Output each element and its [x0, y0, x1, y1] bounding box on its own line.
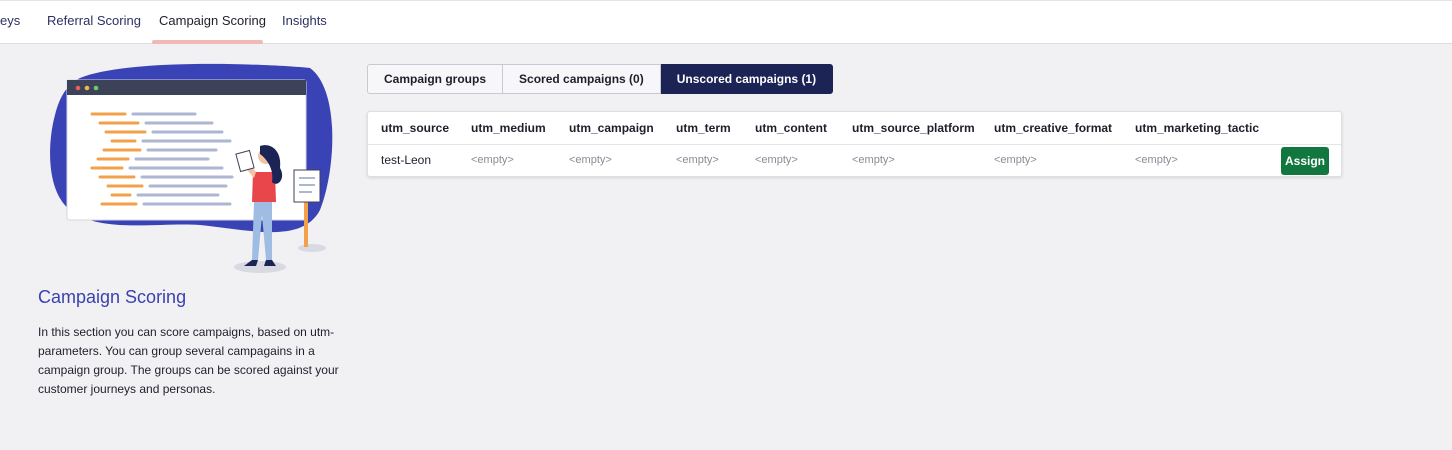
table-row: test-Leon <empty> <empty> <empty> <empty… — [368, 145, 1341, 177]
tab-campaign-groups[interactable]: Campaign groups — [367, 64, 504, 94]
tab-unscored-campaigns[interactable]: Unscored campaigns (1) — [660, 64, 834, 94]
column-header-utm-source-platform: utm_source_platform — [852, 121, 975, 135]
cell-utm-creative-format: <empty> — [994, 154, 1037, 166]
table-header: utm_source utm_medium utm_campaign utm_t… — [368, 112, 1341, 145]
cell-utm-source-platform: <empty> — [852, 154, 895, 166]
cell-utm-content: <empty> — [755, 154, 798, 166]
column-header-utm-medium: utm_medium — [471, 121, 546, 135]
column-header-utm-source: utm_source — [381, 121, 450, 135]
page-title: Campaign Scoring — [38, 287, 187, 307]
cell-utm-medium: <empty> — [471, 154, 514, 166]
cell-utm-marketing-tactic: <empty> — [1135, 154, 1178, 166]
campaign-scoring-illustration — [50, 63, 333, 273]
top-navigation: eys Referral Scoring Campaign Scoring In… — [0, 0, 1452, 44]
cell-utm-term: <empty> — [676, 154, 719, 166]
assign-button[interactable]: Assign — [1281, 147, 1329, 175]
column-header-utm-campaign: utm_campaign — [569, 121, 654, 135]
cell-utm-campaign: <empty> — [569, 154, 612, 166]
tab-scored-campaigns[interactable]: Scored campaigns (0) — [503, 64, 661, 94]
nav-tab-referral-scoring[interactable]: Referral Scoring — [47, 1, 141, 44]
nav-tab-journeys[interactable]: eys — [0, 1, 20, 44]
column-header-utm-creative-format: utm_creative_format — [994, 121, 1113, 135]
unscored-campaigns-table: utm_source utm_medium utm_campaign utm_t… — [367, 111, 1342, 177]
active-tab-indicator — [152, 40, 263, 44]
nav-tab-campaign-scoring[interactable]: Campaign Scoring — [159, 1, 266, 44]
nav-tab-insights[interactable]: Insights — [282, 1, 327, 44]
page-description: In this section you can score campaigns,… — [38, 325, 339, 396]
campaign-tabs: Campaign groups Scored campaigns (0) Uns… — [367, 64, 834, 94]
cell-utm-source: test-Leon — [381, 153, 432, 167]
column-header-utm-marketing-tactic: utm_marketing_tactic — [1135, 121, 1260, 135]
column-header-utm-content: utm_content — [755, 121, 827, 135]
column-header-utm-term: utm_term — [676, 121, 731, 135]
